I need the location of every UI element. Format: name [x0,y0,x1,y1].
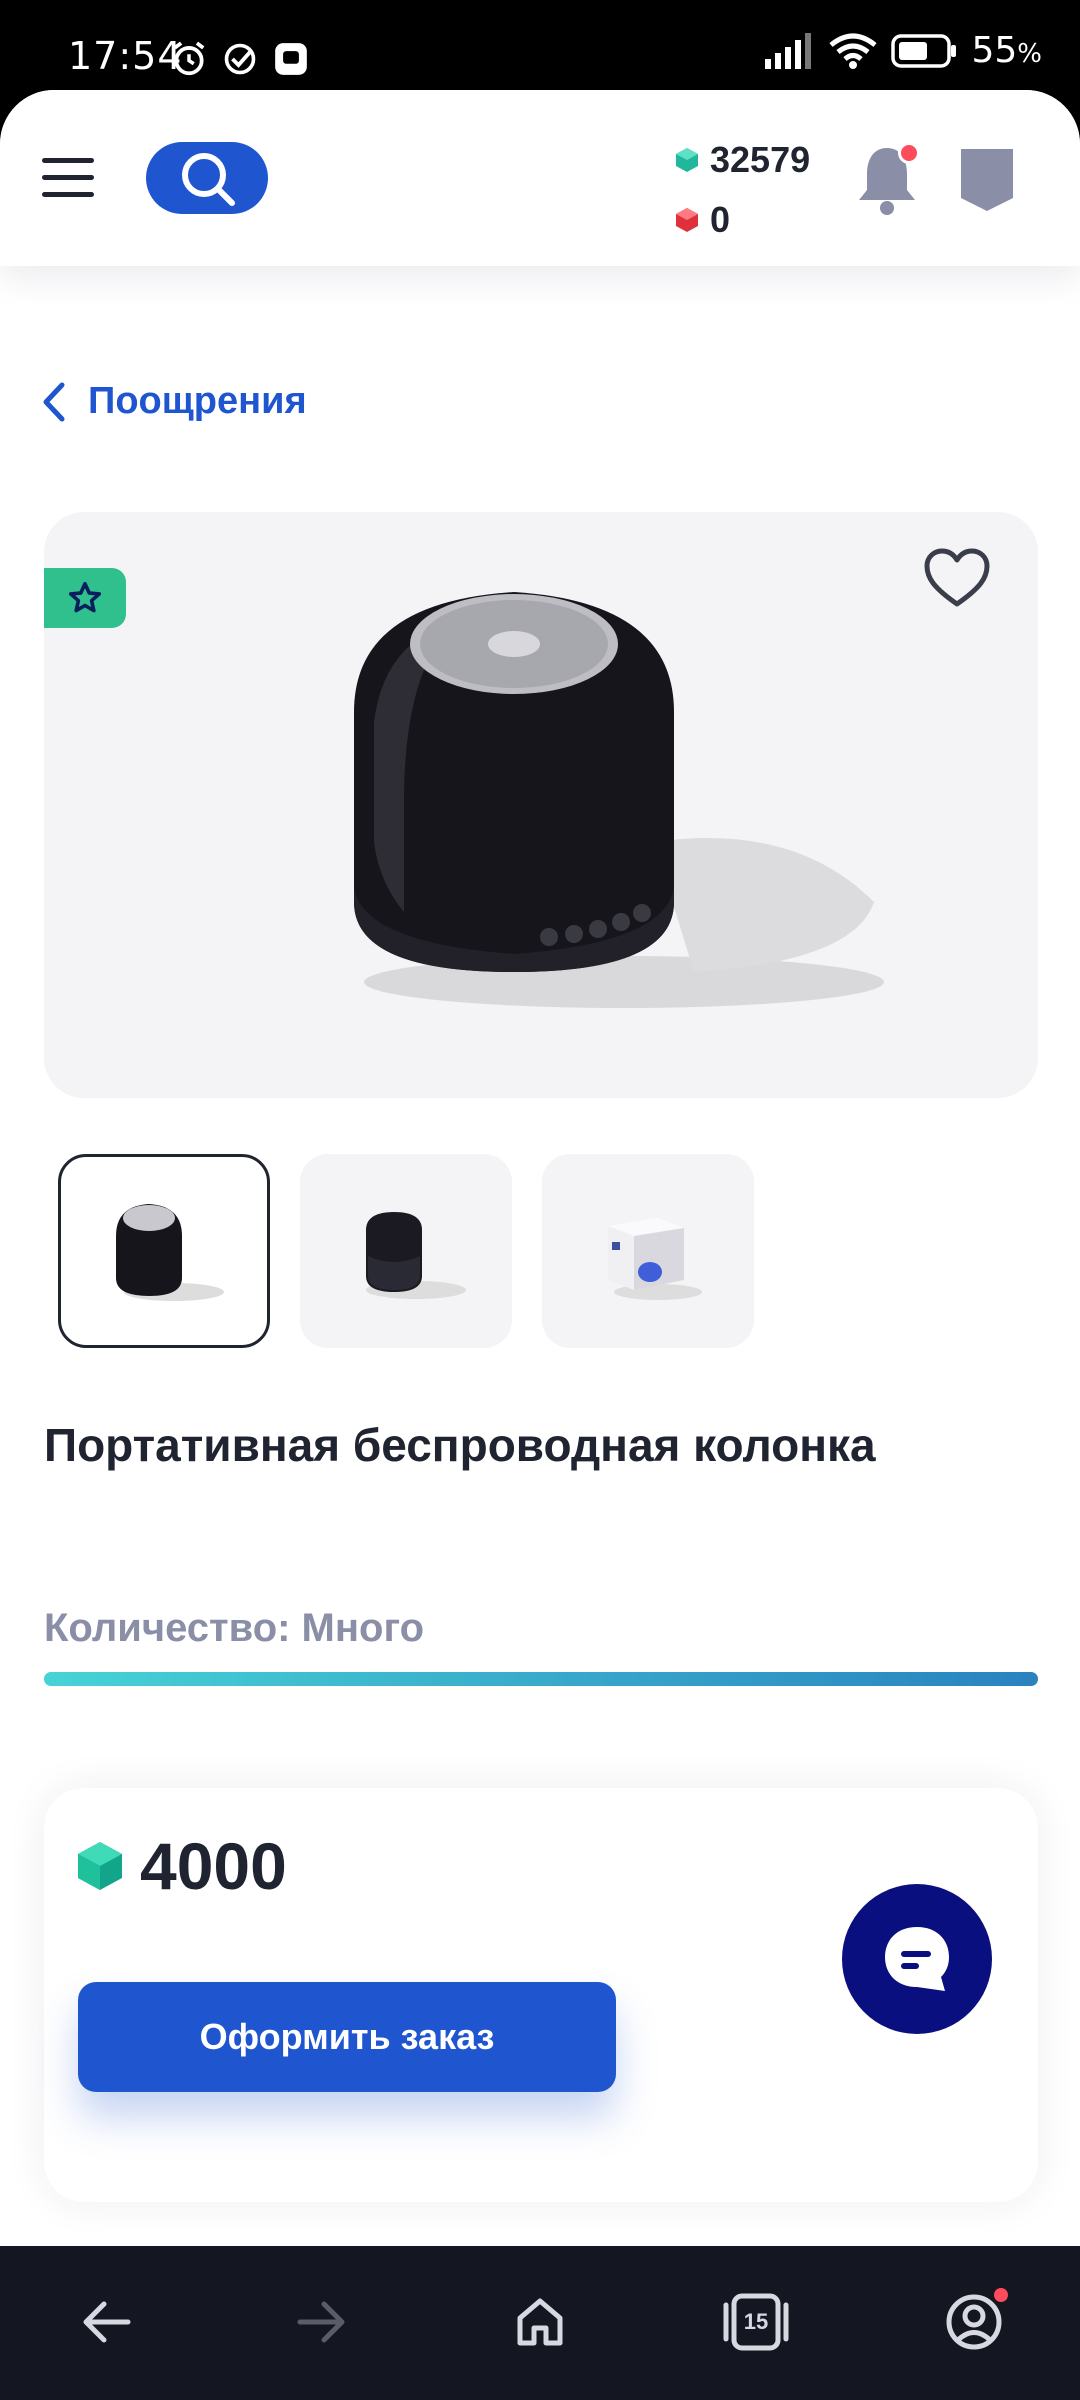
heart-icon [924,548,990,607]
featured-badge [44,568,126,628]
thumbnail-1[interactable] [58,1154,270,1348]
menu-button[interactable] [42,158,94,198]
red-balance-value: 0 [710,199,731,240]
thumbnail-3[interactable] [542,1154,754,1348]
quantity-label: Количество: Много [44,1606,425,1650]
speaker-box-thumb [608,1218,702,1300]
battery-text: 55% [971,30,1042,71]
balances: 32579 0 [676,130,810,250]
hamburger-icon [42,158,94,163]
red-gem-icon [676,208,698,232]
status-time: 17:54 [68,34,183,78]
green-gem-icon [676,148,698,172]
thumbnail-2[interactable] [300,1154,512,1348]
browser-navbar: 15 [0,2246,1080,2400]
account-alert-dot [994,2288,1008,2302]
green-gem-icon [78,1842,122,1890]
app-screen: 32579 0 Поощрения Портативная беспроводн… [0,90,1080,2246]
product-title: Портативная беспроводная колонка [44,1419,876,1471]
chevron-left-icon [43,382,65,421]
nav-home-button[interactable] [504,2286,576,2358]
chat-button[interactable] [842,1884,992,2034]
signal-icon [765,32,812,69]
price-value: 4000 [140,1829,287,1903]
hamburger-line [42,175,94,180]
top-header: 32579 0 [0,90,1080,266]
status-right: 55% [765,30,1042,71]
product-image[interactable] [44,512,1038,1098]
star-icon [68,581,102,613]
tabs-count: 15 [743,2309,769,2334]
search-icon [182,153,235,206]
battery-icon [891,33,957,68]
thumbnail-strip [58,1154,754,1348]
nav-forward-button[interactable] [286,2286,358,2358]
chat-icon [885,1927,949,1991]
hamburger-line [42,192,94,197]
back-icon [83,2301,131,2343]
green-balance-value: 32579 [710,139,811,180]
nav-tabs-button[interactable]: 15 [720,2286,792,2358]
speaker-image [354,592,884,1008]
price: 4000 [78,1828,287,1904]
profile-button[interactable] [958,146,1016,214]
place-order-button[interactable]: Оформить заказ [78,1982,616,2092]
back-breadcrumb[interactable]: Поощрения [42,380,307,423]
check-circle-icon [224,43,256,75]
favorite-button[interactable] [924,548,990,608]
wifi-icon [829,33,878,69]
nav-back-button[interactable] [70,2286,142,2358]
account-icon [946,2294,1002,2350]
notification-dot [898,142,920,164]
notification-app-icon [275,43,307,75]
status-bar: 17:54 55% [0,0,1080,92]
nav-account-button[interactable] [938,2286,1010,2358]
quantity-bar [44,1672,1038,1686]
red-balance: 0 [676,190,810,250]
shield-icon [961,149,1013,211]
alarm-icon [173,41,205,76]
home-icon [517,2298,563,2346]
green-balance: 32579 [676,130,810,190]
speaker-dark-thumb [366,1212,466,1299]
speaker-front-thumb [116,1204,224,1301]
breadcrumb-label: Поощрения [88,380,307,422]
notifications-button[interactable] [856,142,920,218]
forward-icon [297,2301,345,2343]
search-button[interactable] [146,142,268,214]
